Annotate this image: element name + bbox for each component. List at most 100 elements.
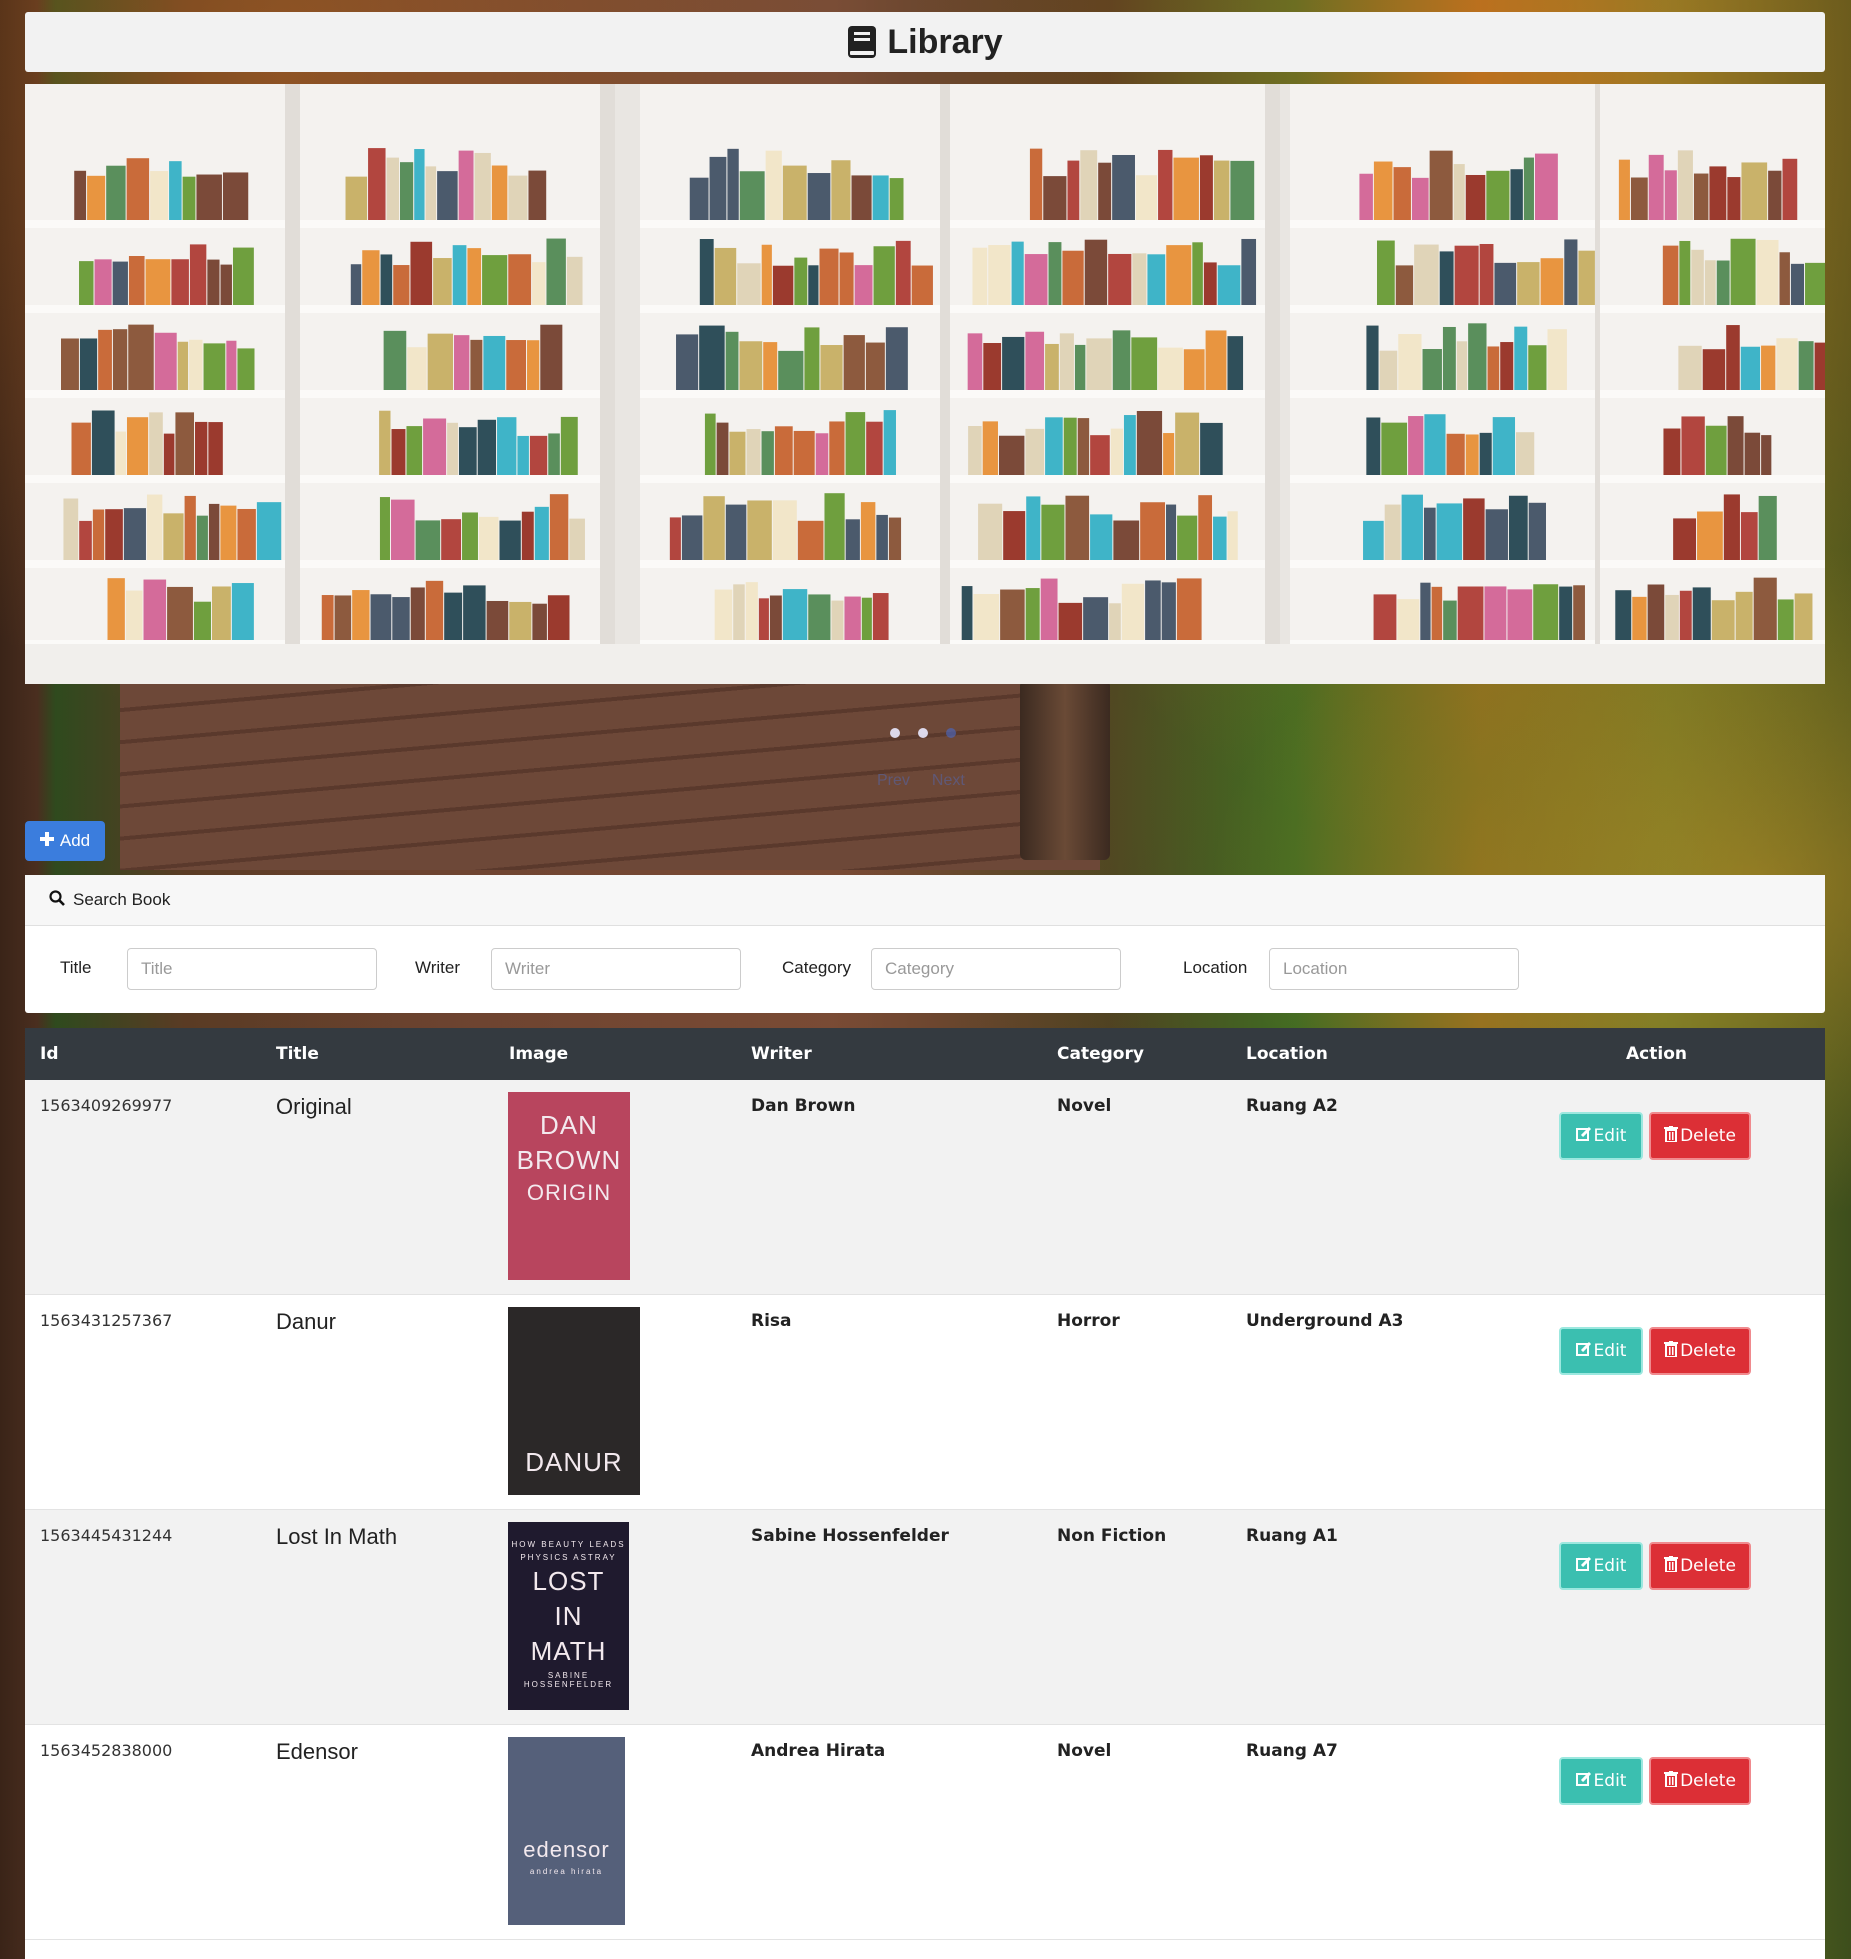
book-spine <box>91 410 115 475</box>
book-spine <box>1217 265 1241 305</box>
book-spine <box>1528 502 1546 560</box>
book-spine <box>115 431 126 475</box>
book-spine <box>1723 494 1740 560</box>
category-filter-input[interactable] <box>871 948 1121 990</box>
carousel-next-link[interactable]: Next <box>932 772 965 790</box>
table-header: Id Title Image Writer Category Location … <box>25 1028 1825 1080</box>
delete-button[interactable]: Delete <box>1649 1757 1751 1805</box>
book-spine <box>1479 243 1494 305</box>
book-spine <box>895 240 911 305</box>
book-spine <box>1040 578 1058 640</box>
book-spine <box>362 250 380 305</box>
book-spine <box>1534 153 1558 220</box>
cover-text: IN <box>554 1601 583 1631</box>
book-spine <box>123 508 146 560</box>
book-spine <box>1408 416 1424 475</box>
book-spine <box>1063 417 1077 475</box>
carousel-dot-1[interactable] <box>890 728 900 738</box>
book-spine <box>1768 170 1782 220</box>
book-spine <box>1494 262 1517 305</box>
book-spine <box>569 518 585 560</box>
book-spine <box>189 339 203 390</box>
book-spine <box>1814 342 1825 390</box>
book-spine <box>79 338 98 390</box>
book-spine <box>699 239 714 305</box>
edit-button[interactable]: Edit <box>1559 1542 1643 1590</box>
book-spine <box>1761 435 1772 475</box>
book-writer: Dan Brown <box>751 1096 856 1116</box>
book-spine <box>1716 260 1730 305</box>
book-spine <box>171 259 189 305</box>
book-spine <box>982 421 998 475</box>
book-spine <box>961 586 973 640</box>
hero-carousel[interactable] <box>25 84 1825 684</box>
book-spine <box>1083 597 1109 640</box>
book-spine <box>1086 338 1112 390</box>
book-spine <box>380 254 393 305</box>
book-spine <box>447 422 458 475</box>
carousel-dot-2[interactable] <box>918 728 928 738</box>
shelf-board <box>25 560 285 568</box>
book-spine <box>782 165 807 220</box>
book-spine <box>1618 159 1630 220</box>
delete-button[interactable]: Delete <box>1649 1327 1751 1375</box>
book-spine <box>746 429 761 475</box>
delete-button[interactable]: Delete <box>1649 1542 1751 1590</box>
book-spine <box>1697 511 1723 560</box>
book-spine <box>865 342 885 390</box>
book-spine <box>709 156 727 220</box>
book-spine <box>146 494 163 560</box>
shelf-board <box>1600 475 1825 483</box>
book-spine <box>379 410 391 475</box>
book-spine <box>1492 417 1516 475</box>
table-row: 1563445431244 Lost In Math HOW BEAUTY LE… <box>25 1510 1825 1725</box>
book-spine <box>211 586 231 640</box>
book-spine <box>534 506 549 560</box>
carousel-prev-link[interactable]: Prev <box>877 772 910 790</box>
book-category: Novel <box>1057 1741 1112 1761</box>
location-filter-input[interactable] <box>1269 948 1519 990</box>
book-spine <box>1647 584 1665 640</box>
book-spine <box>454 335 470 390</box>
book-spine <box>1479 432 1492 475</box>
cover-text: MATH <box>530 1636 607 1666</box>
book-spine <box>1025 588 1040 640</box>
book-title: Edensor <box>276 1739 358 1764</box>
delete-button[interactable]: Delete <box>1649 1112 1751 1160</box>
book-spine <box>1199 155 1213 220</box>
book-spine <box>528 170 547 220</box>
book-spine <box>998 435 1025 475</box>
book-spine <box>1758 495 1777 560</box>
writer-filter-input[interactable] <box>491 948 741 990</box>
book-spine <box>232 247 254 305</box>
carousel-dot-3[interactable] <box>946 728 956 738</box>
book-spine <box>1533 584 1559 640</box>
title-filter-input[interactable] <box>127 948 377 990</box>
book-spine <box>154 332 177 390</box>
book-spine <box>1108 253 1132 305</box>
book-spine <box>1045 343 1059 390</box>
book-spine <box>423 418 447 475</box>
book-spine <box>220 264 232 305</box>
book-spine <box>482 255 508 305</box>
book-spine <box>112 261 128 305</box>
book-spine <box>1158 347 1183 390</box>
edit-icon <box>1575 1126 1592 1147</box>
edit-button[interactable]: Edit <box>1559 1112 1643 1160</box>
book-spine <box>1420 582 1431 640</box>
shelf-board <box>300 560 600 568</box>
book-spine <box>1446 433 1465 475</box>
book-spine <box>1692 587 1711 640</box>
edit-button[interactable]: Edit <box>1559 1327 1643 1375</box>
book-spine <box>733 584 745 640</box>
book-spine <box>1175 412 1200 475</box>
book-spine <box>105 509 123 560</box>
add-book-button[interactable]: Add <box>25 821 105 861</box>
trash-icon <box>1664 1555 1679 1577</box>
shelf-board <box>300 475 600 483</box>
book-spine <box>844 596 861 640</box>
column-header-action: Action <box>1626 1044 1687 1064</box>
edit-button[interactable]: Edit <box>1559 1757 1643 1805</box>
book-spine <box>851 175 872 220</box>
book-spine <box>1398 334 1422 390</box>
